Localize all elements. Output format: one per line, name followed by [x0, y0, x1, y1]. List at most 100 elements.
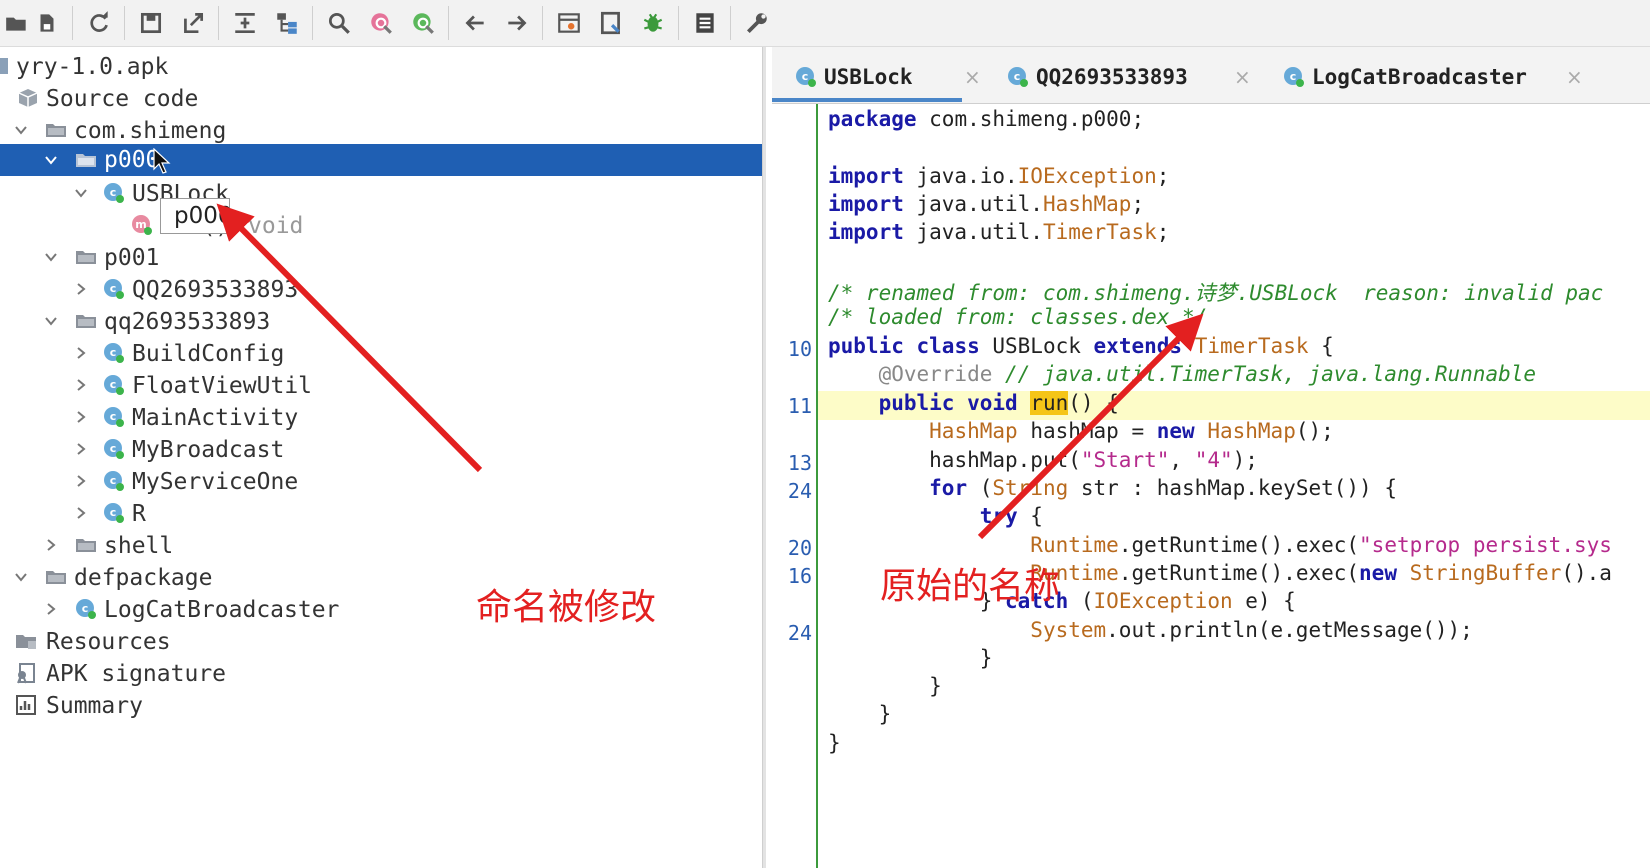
debug-icon[interactable]	[636, 6, 670, 40]
chevron-right-icon[interactable]	[72, 408, 90, 426]
class-icon: c	[102, 437, 126, 461]
class-icon: c	[102, 181, 126, 205]
chevron-right-icon[interactable]	[72, 504, 90, 522]
tree-item-mybroadcast[interactable]: c MyBroadcast	[0, 433, 762, 466]
package-box-icon	[16, 86, 40, 110]
find-usage-icon[interactable]	[406, 6, 440, 40]
folder-icon	[44, 565, 68, 589]
tree-item-apk[interactable]: yry-1.0.apk	[0, 50, 762, 83]
tooltip: p000	[160, 198, 233, 234]
tree-item-mainactivity[interactable]: c MainActivity	[0, 401, 762, 434]
tree-item-floatviewutil[interactable]: c FloatViewUtil	[0, 369, 762, 402]
code-line: }	[828, 731, 841, 755]
chevron-down-icon[interactable]	[42, 151, 60, 169]
resources-folder-icon	[14, 629, 38, 653]
chevron-right-icon[interactable]	[42, 600, 60, 618]
tree-item-buildconfig[interactable]: c BuildConfig	[0, 337, 762, 370]
save-icon[interactable]	[134, 6, 168, 40]
tab-logcatbroadcaster[interactable]: c LogCatBroadcaster ×	[1282, 57, 1583, 97]
forward-icon[interactable]	[500, 6, 534, 40]
tree-icon[interactable]	[270, 6, 304, 40]
chevron-right-icon[interactable]	[72, 472, 90, 490]
chevron-right-icon[interactable]	[72, 344, 90, 362]
panel-splitter[interactable]	[762, 47, 766, 868]
method-icon: m	[130, 213, 154, 237]
save-all-icon[interactable]	[30, 6, 64, 40]
find-class-icon[interactable]	[364, 6, 398, 40]
svg-text:c: c	[110, 442, 117, 455]
class-icon: c	[102, 373, 126, 397]
code-line: for (String str : hashMap.keySet()) {	[929, 476, 1397, 500]
decompile-icon[interactable]	[552, 6, 586, 40]
tree-item-summary[interactable]: Summary	[0, 689, 762, 722]
certificate-icon	[14, 661, 38, 685]
class-icon: c	[102, 277, 126, 301]
class-icon: c	[1282, 65, 1306, 89]
log-icon[interactable]	[688, 6, 722, 40]
class-icon: c	[794, 65, 818, 89]
folder-icon	[74, 245, 98, 269]
tree-item-p001[interactable]: p001	[0, 241, 762, 274]
code-line: try {	[979, 504, 1043, 528]
svg-text:c: c	[110, 346, 117, 359]
sync-icon[interactable]	[82, 6, 116, 40]
class-icon: c	[102, 469, 126, 493]
chevron-right-icon[interactable]	[42, 536, 60, 554]
code-line: import java.util.TimerTask;	[828, 220, 1170, 244]
code-line: @Override // java.util.TimerTask, java.l…	[878, 362, 1537, 386]
svg-text:c: c	[802, 70, 809, 83]
tree-item-qq-class[interactable]: c QQ2693533893	[0, 273, 762, 306]
code-line: Runtime.getRuntime().exec("setprop persi…	[1030, 533, 1612, 557]
close-tab-icon[interactable]: ×	[964, 65, 981, 89]
chevron-right-icon[interactable]	[72, 280, 90, 298]
code-line: System.out.println(e.getMessage());	[1030, 618, 1473, 642]
tree-item-usblock[interactable]: c USBLock	[0, 177, 762, 210]
svg-text:c: c	[82, 602, 89, 615]
flatten-icon[interactable]	[228, 6, 262, 40]
chevron-right-icon[interactable]	[72, 440, 90, 458]
code-line: HashMap hashMap = new HashMap();	[929, 419, 1334, 443]
svg-text:c: c	[110, 378, 117, 391]
tree-item-com-shimeng[interactable]: com.shimeng	[0, 114, 762, 147]
line-number: 16	[787, 564, 812, 588]
tab-usblock[interactable]: c USBLock ×	[794, 57, 981, 97]
tab-qq2693533893[interactable]: c QQ2693533893 ×	[1006, 57, 1251, 97]
line-number: 10	[787, 337, 812, 361]
chevron-down-icon[interactable]	[12, 568, 30, 586]
tree-item-r[interactable]: c R	[0, 497, 762, 530]
svg-text:c: c	[110, 410, 117, 423]
code-line: }	[929, 674, 942, 698]
toolbar	[0, 0, 1650, 47]
chevron-down-icon[interactable]	[72, 184, 90, 202]
chevron-down-icon[interactable]	[12, 121, 30, 139]
export-icon[interactable]	[176, 6, 210, 40]
tree-item-run-method[interactable]: m run() void	[0, 209, 762, 242]
close-tab-icon[interactable]: ×	[1234, 65, 1251, 89]
line-number: 24	[787, 621, 812, 645]
open-folder-icon[interactable]	[0, 6, 34, 40]
bookmark-icon[interactable]	[594, 6, 628, 40]
chevron-down-icon[interactable]	[42, 248, 60, 266]
code-line: import java.io.IOException;	[828, 164, 1170, 188]
chevron-right-icon[interactable]	[72, 376, 90, 394]
code-line: package com.shimeng.p000;	[828, 107, 1145, 131]
code-comment: /* renamed from: com.shimeng.诗梦.USBLock …	[828, 281, 1604, 305]
chevron-down-icon[interactable]	[42, 312, 60, 330]
tree-item-qq-package[interactable]: qq2693533893	[0, 305, 762, 338]
svg-text:c: c	[110, 282, 117, 295]
svg-text:c: c	[1290, 70, 1297, 83]
back-icon[interactable]	[458, 6, 492, 40]
search-icon[interactable]	[322, 6, 356, 40]
class-icon: c	[102, 405, 126, 429]
tree-item-myserviceone[interactable]: c MyServiceOne	[0, 465, 762, 498]
settings-wrench-icon[interactable]	[740, 6, 774, 40]
editor-tab-bar: c USBLock × c QQ2693533893 × c LogCatBro…	[772, 47, 1650, 104]
code-comment: /* loaded from: classes.dex */	[828, 305, 1208, 329]
close-tab-icon[interactable]: ×	[1566, 65, 1583, 89]
folder-icon	[74, 309, 98, 333]
tree-item-shell[interactable]: shell	[0, 529, 762, 562]
tree-item-source-code[interactable]: Source code	[0, 82, 762, 115]
tree-item-apk-signature[interactable]: APK signature	[0, 657, 762, 690]
code-line: public class USBLock extends TimerTask {	[828, 334, 1334, 358]
tree-item-p000[interactable]: p000	[0, 144, 762, 176]
